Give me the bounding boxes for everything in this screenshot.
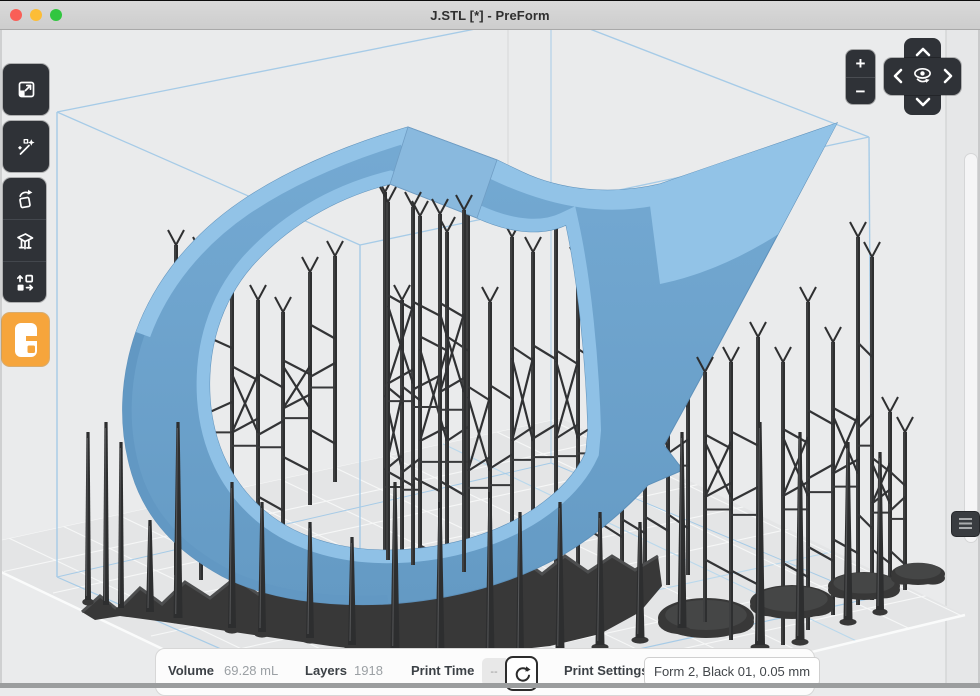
layers-value: 1918 (354, 663, 383, 678)
one-click-print-tool-button[interactable] (3, 121, 49, 172)
volume-value: 69.28 mL (224, 663, 278, 678)
minimize-button[interactable] (30, 9, 42, 21)
pan-left-button[interactable] (888, 68, 908, 84)
layer-slider-track[interactable] (964, 153, 978, 543)
orientation-tool-button[interactable] (3, 178, 46, 219)
supports-icon (13, 229, 37, 253)
zoom-button[interactable] (50, 9, 62, 21)
print-button[interactable] (2, 313, 49, 366)
pan-right-button[interactable] (938, 68, 958, 84)
chevron-up-icon (914, 46, 932, 58)
pan-down-button[interactable] (913, 94, 933, 110)
print-time-value: -- (482, 658, 506, 686)
close-button[interactable] (10, 9, 22, 21)
pan-up-button[interactable] (913, 44, 933, 60)
layout-tool-button[interactable] (3, 261, 46, 303)
titlebar: J.STL [*] - PreForm (0, 0, 980, 30)
eye-orbit-icon (910, 63, 935, 89)
supports-tool-button[interactable] (3, 219, 46, 261)
zoom-in-button[interactable]: + (846, 50, 875, 78)
view-reset-button[interactable] (910, 63, 935, 89)
volume-label: Volume (168, 663, 214, 678)
rotate-cube-icon (13, 187, 37, 211)
traffic-lights (10, 1, 62, 29)
zoom-control: + − (846, 50, 875, 104)
print-settings-selector[interactable]: Form 2, Black 01, 0.05 mm (644, 657, 820, 686)
refresh-icon (513, 665, 531, 683)
window-title: J.STL [*] - PreForm (0, 8, 980, 23)
tool-group (3, 178, 46, 302)
viewport-3d-scene[interactable] (0, 0, 980, 688)
print-time-label: Print Time (411, 663, 474, 678)
print-cartridge-icon (14, 322, 38, 358)
status-bar: Volume 69.28 mL Layers 1918 Print Time -… (155, 648, 815, 696)
zoom-out-button[interactable]: − (846, 78, 875, 105)
print-settings-label: Print Settings (564, 663, 649, 678)
chevron-down-icon (914, 96, 932, 108)
scale-icon (14, 78, 38, 102)
layer-slider-thumb[interactable] (951, 511, 980, 537)
chevron-right-icon (942, 67, 954, 85)
layout-icon (13, 271, 37, 295)
window-bottom-edge (0, 683, 980, 688)
layers-label: Layers (305, 663, 347, 678)
size-tool-button[interactable] (3, 64, 49, 115)
magic-wand-icon (14, 135, 38, 159)
chevron-left-icon (892, 67, 904, 85)
preform-window: J.STL [*] - PreForm (0, 0, 980, 688)
grip-lines-icon (959, 518, 972, 530)
